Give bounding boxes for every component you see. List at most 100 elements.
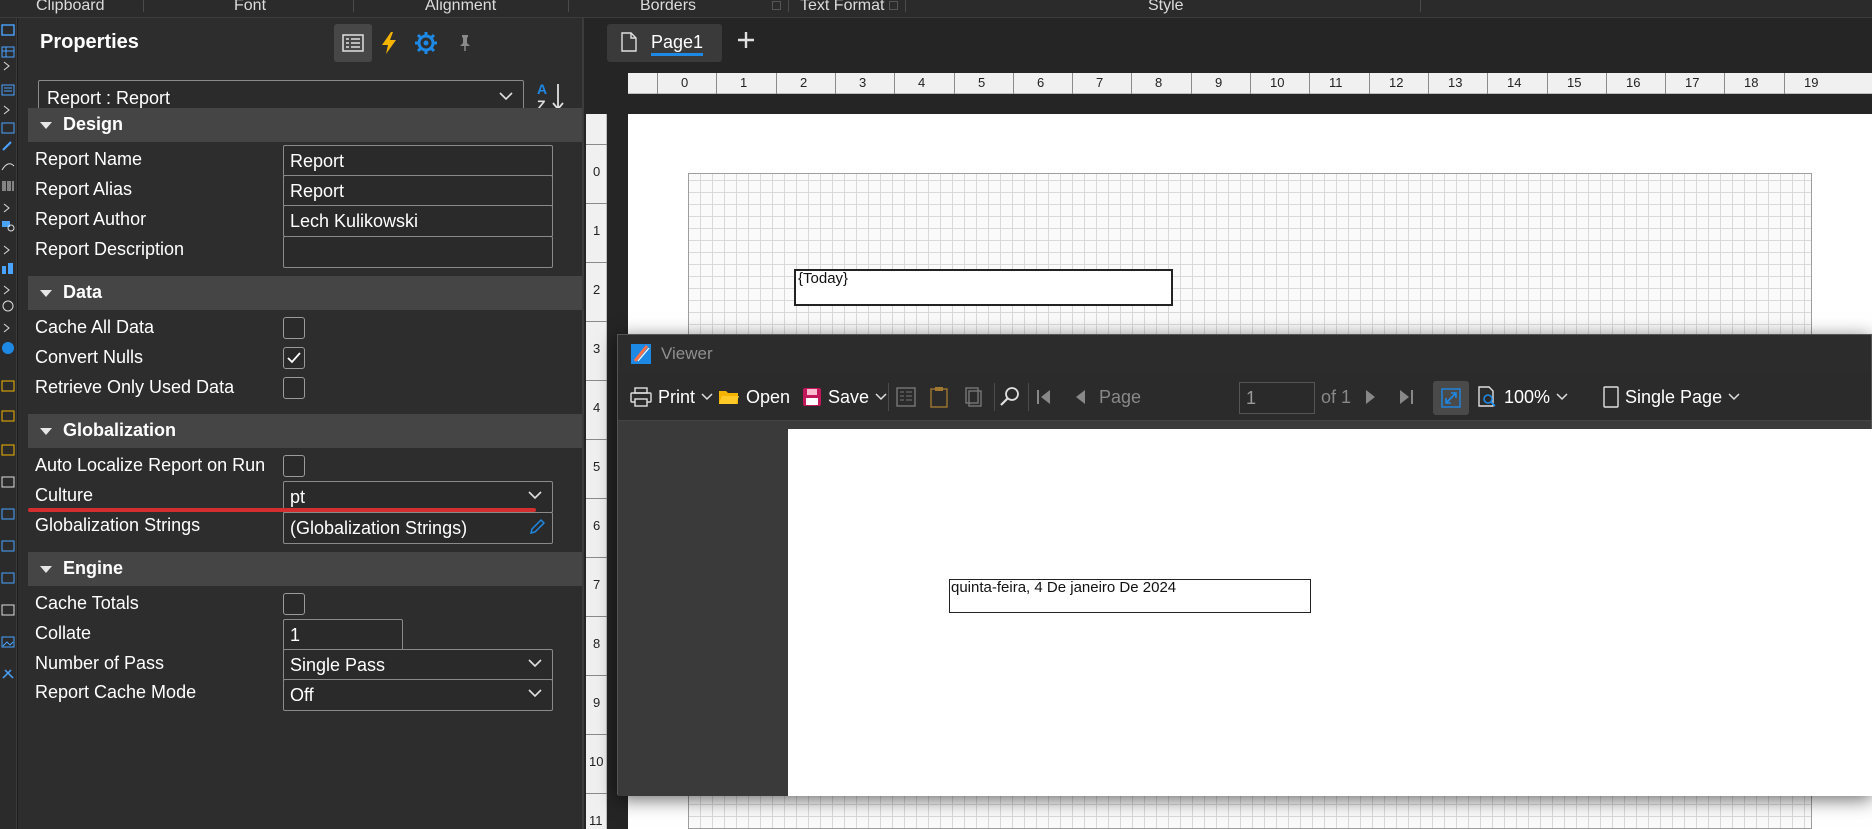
ruler-label: 0	[681, 75, 689, 90]
document-icon	[621, 32, 637, 52]
chevron-right-icon[interactable]	[1, 244, 15, 256]
full-screen-button[interactable]	[1433, 381, 1469, 415]
resources-button[interactable]	[963, 382, 985, 412]
report-cache-mode-select[interactable]: Off	[283, 679, 553, 711]
ruler-label: 9	[593, 695, 601, 710]
ruler-label: 8	[593, 636, 601, 651]
lightning-icon	[382, 32, 396, 54]
today-text-component[interactable]: {Today}	[794, 269, 1173, 306]
cache-totals-checkbox[interactable]	[283, 593, 305, 615]
expand-icon	[1441, 388, 1461, 408]
tab-page1[interactable]: Page1	[607, 24, 722, 62]
pencil-icon[interactable]	[528, 518, 546, 536]
single-page-icon	[1603, 386, 1619, 408]
find-button[interactable]	[999, 382, 1021, 412]
search-icon	[1000, 387, 1019, 406]
chevron-right-icon[interactable]	[1, 104, 15, 116]
table-component-icon[interactable]	[1, 46, 15, 58]
viewer-preview-area[interactable]: quinta-feira, 4 De janeiro De 2024	[618, 421, 1872, 796]
ruler-label: 4	[918, 75, 926, 90]
page-header-band-icon[interactable]	[1, 410, 15, 422]
image-component-icon[interactable]	[1, 636, 15, 648]
view-mode-select[interactable]: Single Page	[1603, 382, 1740, 412]
page-number-input[interactable]: 1	[1239, 382, 1315, 414]
ribbon-group-font: Font	[234, 0, 267, 14]
chevron-right-icon[interactable]	[1, 202, 15, 214]
viewer-title: Viewer	[661, 344, 713, 363]
events-tab-button[interactable]	[370, 24, 408, 62]
first-page-icon	[1037, 390, 1050, 404]
chevron-right-icon[interactable]	[1, 284, 15, 296]
next-page-button[interactable]	[1364, 382, 1378, 412]
gauge-icon[interactable]	[1, 300, 15, 312]
bookmarks-button[interactable]	[895, 382, 917, 412]
section-globalization-header[interactable]: Globalization	[28, 414, 582, 448]
zoom-value: 100%	[1504, 386, 1551, 407]
panel-component-icon[interactable]	[1, 122, 15, 134]
globalization-strings-field[interactable]: (Globalization Strings)	[283, 512, 553, 544]
arc-icon[interactable]	[1, 160, 15, 172]
open-button[interactable]: Open	[718, 382, 790, 412]
chevron-right-icon[interactable]	[1, 322, 15, 334]
number-of-pass-select[interactable]: Single Pass	[283, 649, 553, 681]
section-design-header[interactable]: Design	[28, 108, 582, 142]
convert-nulls-checkbox[interactable]	[283, 347, 305, 369]
child-band-icon[interactable]	[1, 572, 15, 584]
section-data-header[interactable]: Data	[28, 276, 582, 310]
chevron-right-icon[interactable]	[1, 60, 15, 72]
print-button[interactable]: Print	[630, 382, 713, 412]
section-globalization-title: Globalization	[63, 420, 177, 440]
properties-tab-button[interactable]	[334, 24, 372, 62]
text-component-icon[interactable]	[1, 24, 15, 36]
report-alias-field[interactable]: Report	[283, 175, 553, 207]
report-alias-label: Report Alias	[35, 179, 133, 199]
rendered-report-page: quinta-feira, 4 De janeiro De 2024	[788, 429, 1872, 796]
section-engine-title: Engine	[63, 558, 124, 578]
last-page-button[interactable]	[1398, 382, 1414, 412]
map-icon[interactable]	[1, 342, 15, 354]
globalization-strings-value: (Globalization Strings)	[290, 518, 468, 538]
footer-band-icon[interactable]	[1, 540, 15, 552]
first-page-button[interactable]	[1036, 382, 1052, 412]
section-engine-header[interactable]: Engine	[28, 552, 582, 586]
shape-icon[interactable]	[1, 220, 15, 232]
auto-localize-checkbox[interactable]	[283, 455, 305, 477]
add-page-button[interactable]	[736, 30, 756, 50]
tools-icon[interactable]	[1, 668, 15, 680]
report-name-field[interactable]: Report	[283, 145, 553, 177]
collate-field[interactable]: 1	[283, 619, 403, 651]
viewer-titlebar[interactable]: Viewer	[618, 335, 1871, 373]
cache-all-data-checkbox[interactable]	[283, 317, 305, 339]
checkmark-icon	[287, 352, 301, 364]
pen-icon[interactable]	[1, 140, 15, 152]
ruler-label: 7	[1096, 75, 1104, 90]
save-label: Save	[828, 386, 870, 407]
zoom-select[interactable]: 100%	[1478, 382, 1568, 412]
list-component-icon[interactable]	[1, 84, 15, 96]
ruler-tick	[586, 498, 607, 499]
report-author-field[interactable]: Lech Kulikowski	[283, 205, 553, 237]
ruler-tick	[586, 262, 607, 263]
zoom-page-icon	[1478, 386, 1496, 407]
ruler-tick	[1250, 73, 1251, 94]
ruler-tick	[1369, 73, 1370, 94]
ruler-tick	[1428, 73, 1429, 94]
ruler-label: 2	[800, 75, 808, 90]
ribbon-borders-expand-icon[interactable]	[772, 1, 781, 10]
pin-panel-button[interactable]	[446, 24, 484, 62]
cross-band-icon[interactable]	[1, 604, 15, 616]
report-title-band-icon[interactable]	[1, 380, 15, 392]
report-description-field[interactable]	[283, 236, 553, 268]
ribbon-text-format-expand-icon[interactable]	[889, 1, 898, 10]
retrieve-only-used-data-checkbox[interactable]	[283, 377, 305, 399]
settings-tab-button[interactable]	[407, 24, 445, 62]
ruler-tick	[1547, 73, 1548, 94]
parameters-button[interactable]	[928, 382, 950, 412]
previous-page-button[interactable]	[1073, 382, 1087, 412]
data-band-icon[interactable]	[1, 476, 15, 488]
barcode-icon[interactable]	[1, 180, 15, 192]
save-button[interactable]: Save	[802, 382, 887, 412]
chart-component-icon[interactable]	[1, 262, 15, 274]
header-band-icon[interactable]	[1, 444, 15, 456]
group-band-icon[interactable]	[1, 508, 15, 520]
